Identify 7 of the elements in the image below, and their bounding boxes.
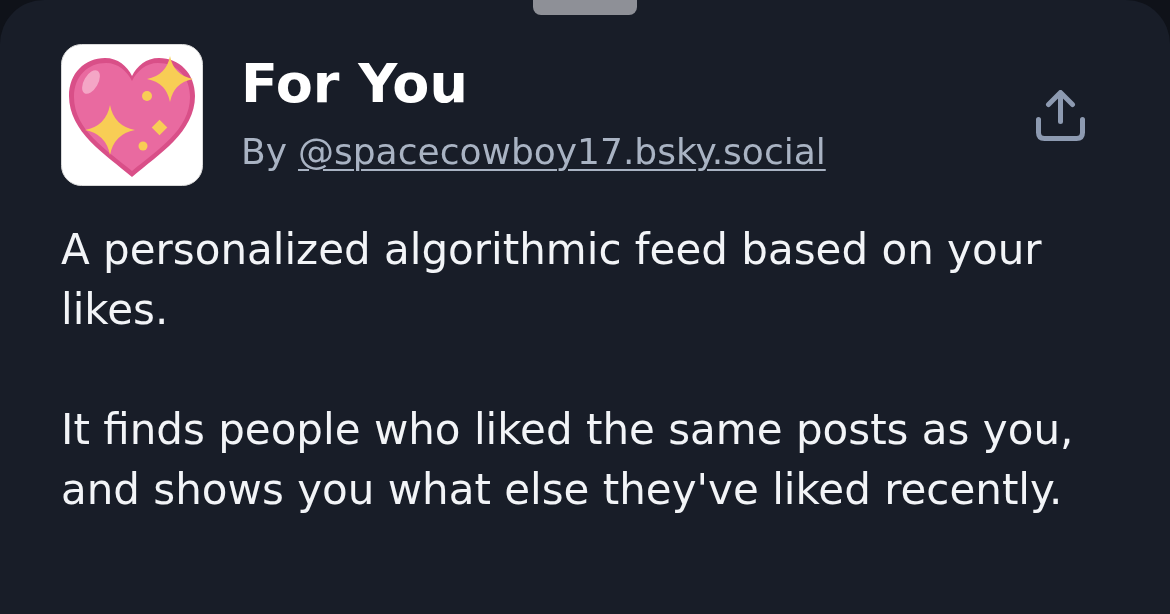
feed-title: For You [241,52,469,116]
author-handle-link[interactable]: @spacecowboy17.bsky.social [298,130,826,174]
share-icon [1035,90,1085,142]
byline-label: By [241,130,287,174]
feed-description: It finds people who liked the same posts as you, and shows you what else they've liked recently. [61,404,1075,516]
feed-description: A personalized algorithmic feed based on your likes. [61,224,1043,336]
drag-handle[interactable] [533,0,637,15]
